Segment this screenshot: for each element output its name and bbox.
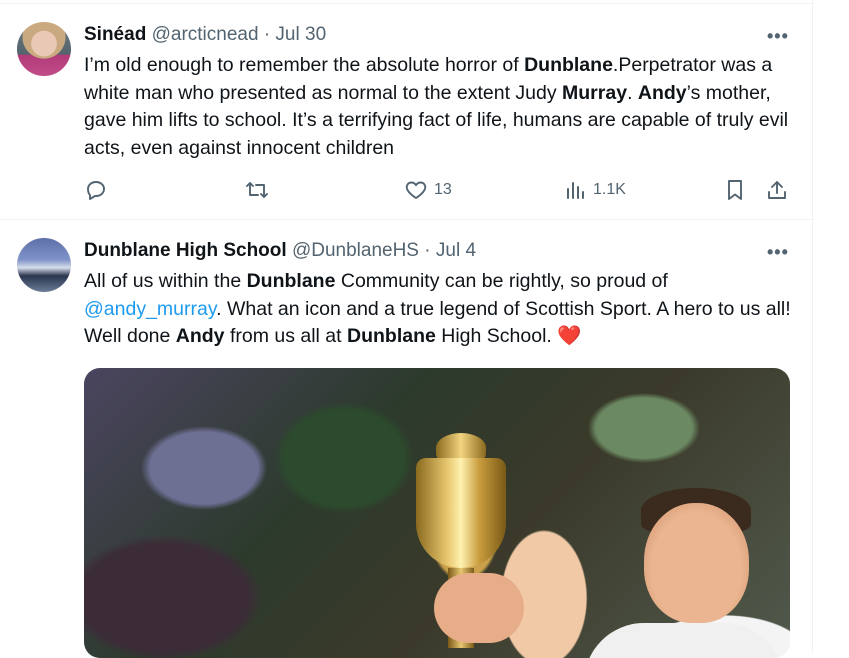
heart-emoji-icon: ❤️ bbox=[557, 325, 582, 347]
text-segment: from us all at bbox=[224, 325, 347, 347]
bookmark-button[interactable] bbox=[724, 178, 746, 202]
author-name[interactable]: Sinéad bbox=[84, 24, 146, 45]
column-border bbox=[812, 0, 813, 653]
highlight-term: Murray bbox=[562, 81, 628, 104]
highlight-term: Dunblane bbox=[524, 54, 613, 76]
avatar[interactable] bbox=[17, 22, 71, 76]
mention-link[interactable]: @andy_murray bbox=[84, 298, 216, 320]
text-segment: . bbox=[627, 81, 638, 104]
divider bbox=[0, 3, 812, 4]
views-icon bbox=[567, 182, 584, 199]
tweet-date[interactable]: · Jul 4 bbox=[424, 240, 476, 261]
text-segment: I’m old enough to remember the absolute … bbox=[84, 54, 525, 76]
hand-image bbox=[434, 573, 524, 643]
more-options-icon[interactable]: ••• bbox=[767, 26, 789, 47]
highlight-term: Dunblane bbox=[347, 325, 436, 347]
like-count: 13 bbox=[434, 181, 452, 198]
player-face-image bbox=[644, 503, 749, 623]
like-button[interactable]: 13 bbox=[404, 178, 452, 202]
highlight-term: Andy bbox=[637, 81, 687, 104]
bookmark-icon bbox=[728, 180, 742, 200]
author-handle[interactable]: @DunblaneHS bbox=[292, 240, 419, 261]
views-button[interactable]: 1.1K bbox=[565, 178, 626, 202]
reply-icon bbox=[87, 181, 105, 200]
share-icon bbox=[768, 181, 786, 199]
heart-icon bbox=[405, 181, 427, 199]
avatar[interactable] bbox=[17, 238, 71, 292]
highlight-term: Andy bbox=[175, 325, 225, 347]
divider bbox=[0, 219, 812, 220]
tweet-photo[interactable] bbox=[84, 368, 790, 658]
text-segment: All of us within the bbox=[84, 270, 247, 292]
author-handle[interactable]: @arcticnead bbox=[152, 24, 259, 45]
tweet-text: All of us within the Dunblane Community … bbox=[84, 268, 794, 351]
more-options-icon[interactable]: ••• bbox=[767, 242, 789, 263]
view-count: 1.1K bbox=[593, 181, 626, 198]
share-button[interactable] bbox=[765, 178, 789, 202]
text-segment: High School. bbox=[435, 325, 558, 347]
tweet-text: I’m old enough to remember the absolute … bbox=[84, 52, 794, 162]
tweet-header: Sinéad @arcticnead · Jul 30 bbox=[84, 24, 326, 46]
author-name[interactable]: Dunblane High School bbox=[84, 240, 287, 261]
reply-button[interactable] bbox=[84, 178, 108, 202]
retweet-button[interactable] bbox=[244, 178, 270, 202]
retweet-icon bbox=[246, 182, 268, 198]
tweet-date[interactable]: · Jul 30 bbox=[264, 24, 326, 45]
text-segment: Community can be rightly, so proud of bbox=[335, 270, 668, 292]
highlight-term: Dunblane bbox=[246, 270, 336, 292]
tweet-header: Dunblane High School @DunblaneHS · Jul 4 bbox=[84, 240, 476, 262]
